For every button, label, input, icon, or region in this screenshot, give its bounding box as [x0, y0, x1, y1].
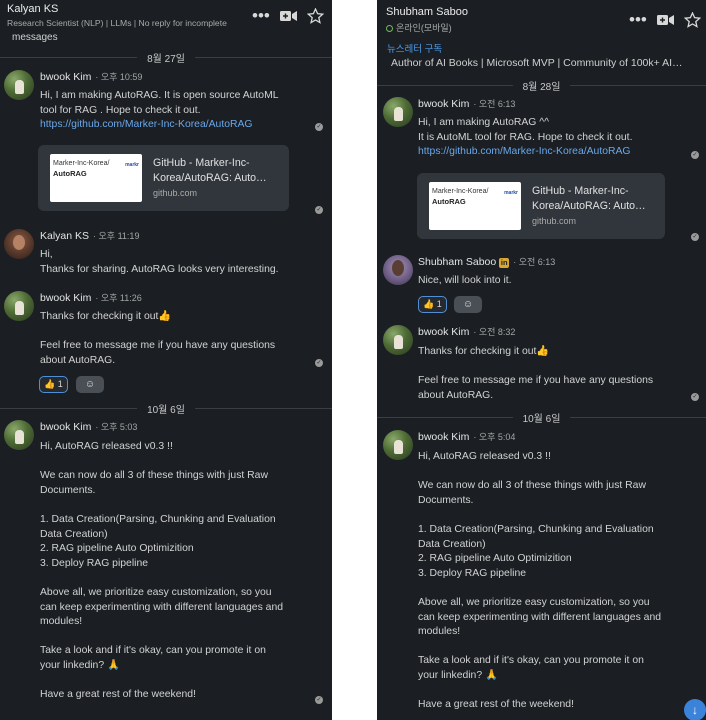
sender-name[interactable]: bwook Kim [418, 326, 469, 338]
date-label: 10월 6일 [512, 410, 571, 425]
message-time: · 오전 8:32 [473, 327, 516, 337]
contact-name[interactable]: Shubham Saboo [386, 6, 468, 18]
right-conversation-pane: Shubham Saboo 온라인(모바일) ••• 뉴스레터 구독 Autho… [377, 0, 706, 720]
sender-name[interactable]: bwook Kim [40, 292, 91, 304]
contact-headline: Research Scientist (NLP) | LLMs | No rep… [7, 18, 227, 28]
avatar[interactable] [383, 325, 413, 355]
message-sender[interactable]: Shubham Saboo in · 오전 6:13 [418, 255, 555, 268]
message-time: · 오후 11:26 [95, 293, 142, 303]
message-time: · 오후 11:19 [93, 231, 140, 241]
add-reaction-icon[interactable]: ☺ [454, 296, 482, 313]
read-receipt-icon: ✓ [315, 359, 323, 367]
read-receipt-icon: ✓ [691, 151, 699, 159]
video-call-icon[interactable] [656, 13, 674, 27]
message-text: Hi, AutoRAG released v0.3 !! We can now … [40, 441, 283, 701]
thumb-repo: AutoRAG [53, 169, 87, 178]
read-receipt-icon: ✓ [315, 206, 323, 214]
thumb-logo: markr [504, 190, 518, 196]
message-time: · 오후 5:03 [95, 422, 138, 432]
sender-name[interactable]: bwook Kim [418, 431, 469, 443]
contact-headline: Author of AI Books | Microsoft MVP | Com… [391, 57, 683, 69]
sender-name[interactable]: bwook Kim [418, 98, 469, 110]
message-text: Hi, AutoRAG released v0.3 !! We can now … [418, 451, 661, 711]
date-divider: 10월 6일 [0, 401, 332, 416]
date-divider: 8월 28일 [377, 78, 706, 93]
preview-url: github.com [532, 216, 577, 226]
date-divider: 10월 6일 [377, 410, 706, 425]
message-text: Thanks for checking it out👍 Feel free to… [418, 346, 654, 401]
avatar[interactable] [383, 97, 413, 127]
header-actions: ••• [252, 6, 324, 26]
preview-title: GitHub - Marker-Inc- Korea/AutoRAG: Auto… [153, 157, 267, 184]
message-link[interactable]: https://github.com/Marker-Inc-Korea/Auto… [40, 119, 253, 130]
preview-title: GitHub - Marker-Inc- Korea/AutoRAG: Auto… [532, 185, 646, 212]
link-preview-card[interactable]: Marker-Inc-Korea/ AutoRAG markr GitHub -… [38, 145, 289, 211]
message-fragment: messages [12, 32, 58, 43]
message-sender[interactable]: bwook Kim · 오전 6:13 [418, 97, 515, 110]
message-link[interactable]: https://github.com/Marker-Inc-Korea/Auto… [418, 146, 631, 157]
message-time: · 오전 6:13 [473, 99, 516, 109]
message-time: · 오후 5:04 [473, 432, 516, 442]
reaction-thumbs-up[interactable]: 👍 1 [39, 376, 68, 393]
avatar[interactable] [383, 255, 413, 285]
add-reaction-icon[interactable]: ☺ [76, 376, 104, 393]
message-time: · 오전 6:13 [513, 257, 556, 267]
message-sender[interactable]: bwook Kim · 오후 5:04 [418, 430, 515, 443]
preview-url: github.com [153, 188, 198, 198]
online-status-label: 온라인(모바일) [396, 23, 452, 33]
more-icon[interactable]: ••• [629, 10, 647, 30]
message-sender[interactable]: bwook Kim · 오후 5:03 [40, 420, 137, 433]
message-text: Hi, I am making AutoRAG ^^ It is AutoML … [418, 117, 633, 143]
video-call-icon[interactable] [279, 9, 297, 23]
message-text: Nice, will look into it. [418, 275, 512, 286]
newsletter-subscribe-link[interactable]: 뉴스레터 구독 [387, 41, 442, 55]
read-receipt-icon: ✓ [315, 123, 323, 131]
date-divider: 8월 27일 [0, 50, 332, 65]
sender-name[interactable]: bwook Kim [40, 421, 91, 433]
avatar[interactable] [4, 420, 34, 450]
date-label: 8월 28일 [512, 78, 571, 93]
message-sender[interactable]: bwook Kim · 오후 11:26 [40, 291, 142, 304]
thumb-repo: AutoRAG [432, 197, 466, 206]
read-receipt-icon: ✓ [691, 233, 699, 241]
message-text: Hi, I am making AutoRAG. It is open sour… [40, 90, 279, 116]
message-text: Thanks for checking it out👍 Feel free to… [40, 311, 276, 366]
avatar[interactable] [4, 229, 34, 259]
message-sender[interactable]: bwook Kim · 오전 8:32 [418, 325, 515, 338]
date-label: 8월 27일 [137, 50, 195, 65]
message-sender[interactable]: Kalyan KS · 오후 11:19 [40, 229, 139, 242]
star-icon[interactable] [306, 8, 324, 24]
avatar[interactable] [383, 430, 413, 460]
read-receipt-icon: ✓ [691, 393, 699, 401]
online-status-icon [386, 25, 393, 32]
message-text: Hi, Thanks for sharing. AutoRAG looks ve… [40, 249, 279, 275]
date-label: 10월 6일 [137, 401, 195, 416]
star-icon[interactable] [683, 12, 701, 28]
more-icon[interactable]: ••• [252, 6, 270, 26]
left-conversation-pane: Kalyan KS Research Scientist (NLP) | LLM… [0, 0, 332, 720]
online-status: 온라인(모바일) [386, 21, 452, 34]
thumb-org: Marker-Inc-Korea/ [432, 188, 489, 195]
preview-thumbnail: Marker-Inc-Korea/ AutoRAG markr [429, 182, 521, 230]
thumb-logo: markr [125, 162, 139, 168]
scroll-down-icon[interactable]: ↓ [684, 699, 706, 720]
avatar[interactable] [4, 70, 34, 100]
header-actions: ••• [629, 10, 701, 30]
thumb-org: Marker-Inc-Korea/ [53, 160, 110, 167]
conversation-header: Shubham Saboo 온라인(모바일) ••• [377, 0, 706, 40]
linkedin-premium-badge: in [499, 258, 510, 268]
message-time: · 오후 10:59 [95, 72, 143, 82]
message-sender[interactable]: bwook Kim · 오후 10:59 [40, 70, 142, 83]
contact-name[interactable]: Kalyan KS [7, 3, 58, 15]
sender-name[interactable]: Shubham Saboo [418, 256, 496, 268]
reaction-thumbs-up[interactable]: 👍 1 [418, 296, 447, 313]
preview-thumbnail: Marker-Inc-Korea/ AutoRAG markr [50, 154, 142, 202]
sender-name[interactable]: Kalyan KS [40, 230, 89, 242]
read-receipt-icon: ✓ [315, 696, 323, 704]
sender-name[interactable]: bwook Kim [40, 71, 91, 83]
avatar[interactable] [4, 291, 34, 321]
link-preview-card[interactable]: Marker-Inc-Korea/ AutoRAG markr GitHub -… [417, 173, 665, 239]
